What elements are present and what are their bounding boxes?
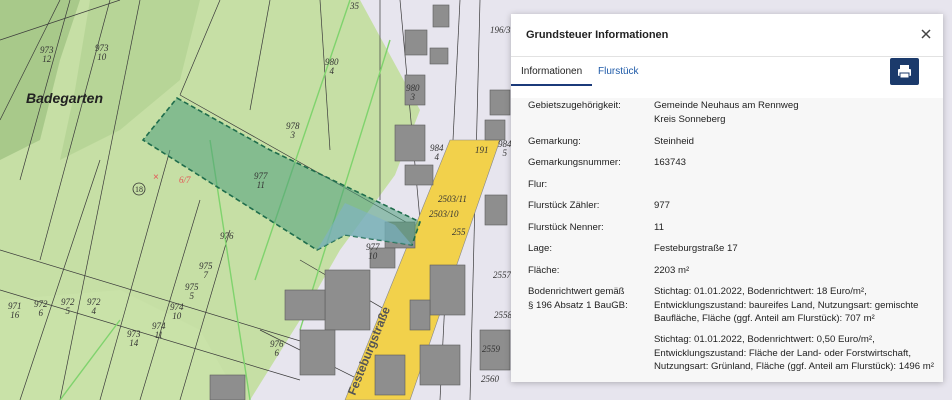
info-row-value: Stichtag: 01.01.2022, Bodenrichtwert: 18… — [654, 286, 919, 324]
info-row-value: 977 — [654, 200, 671, 211]
info-row-value: Stichtag: 01.01.2022, Bodenrichtwert: 0,… — [654, 334, 934, 372]
parcel-label: 974 10 — [170, 302, 184, 321]
parcel-label: 2557 — [493, 270, 511, 280]
info-row-label: Flurstück Zähler: — [528, 200, 600, 211]
parcel-label: 6/7 — [179, 175, 191, 185]
tab-flurstueck[interactable]: Flurstück — [588, 57, 649, 86]
info-row-label: Flurstück Nenner: — [528, 222, 604, 233]
parcel-label: 975 7 — [199, 261, 213, 280]
parcel-label: 191 — [475, 145, 489, 155]
info-row-value: Festeburgstraße 17 — [654, 243, 738, 254]
parcel-label: 977 11 — [254, 171, 268, 190]
printer-icon — [898, 65, 911, 79]
parcel-label: 2503/10 — [429, 209, 459, 219]
parcel-label: 2560 — [481, 374, 499, 384]
parcel-label: 35 — [350, 1, 359, 11]
parcel-label: 975 5 — [185, 282, 199, 301]
parcel-label: 976 6 — [270, 339, 284, 358]
parcel-label: 980 3 — [406, 83, 420, 102]
info-row-label: Gebietszugehörigkeit: — [528, 100, 621, 111]
panel-header: Grundsteuer Informationen — [511, 14, 943, 57]
parcel-label: 978 3 — [286, 121, 300, 140]
info-row-label: Flur: — [528, 179, 548, 190]
parcel-label: 972 5 — [61, 297, 75, 316]
info-row-value: Steinheid — [654, 136, 695, 147]
info-row-value: Gemeinde Neuhaus am Rennweg Kreis Sonneb… — [654, 100, 799, 125]
parcel-label: 972 4 — [87, 297, 101, 316]
info-list: Gebietszugehörigkeit: Gemeinde Neuhaus am… — [511, 98, 943, 382]
parcel-label: 984 5 — [498, 139, 512, 158]
parcel-label: 2558 — [494, 310, 512, 320]
map-place-label: Badegarten — [26, 90, 103, 106]
panel-title: Grundsteuer Informationen — [526, 29, 669, 41]
svg-text:×: × — [153, 172, 159, 183]
info-row-label: Gemarkung: — [528, 136, 581, 147]
info-row-label: Bodenrichtwert gemäß § 196 Absatz 1 BauG… — [528, 286, 628, 311]
panel-tabs: Informationen Flurstück — [511, 57, 943, 89]
tab-informationen[interactable]: Informationen — [511, 57, 593, 86]
parcel-label: 196/3 — [490, 25, 511, 35]
parcel-label: 984 4 — [430, 143, 444, 162]
parcel-label: 971 16 — [8, 301, 22, 320]
parcel-label: 974 11 — [152, 321, 166, 340]
info-row-value: 2203 m² — [654, 265, 690, 276]
close-button[interactable] — [915, 23, 937, 45]
parcel-label: 976 — [220, 231, 234, 241]
info-row-label: Lage: — [528, 243, 553, 254]
parcel-label: 973 14 — [127, 329, 141, 348]
parcel-label: 973 12 — [40, 45, 54, 64]
info-row-label: Gemarkungsnummer: — [528, 157, 621, 168]
parcel-label: 977 10 — [366, 242, 380, 261]
parcel-label: 255 — [452, 227, 466, 237]
parcel-label: 980 4 — [325, 57, 339, 76]
parcel-label: 2503/11 — [438, 194, 467, 204]
info-row-value: 11 — [654, 222, 664, 233]
parcel-label: 972 6 — [34, 299, 48, 318]
close-icon — [921, 29, 931, 39]
info-row-label: Fläche: — [528, 265, 560, 276]
info-row-value: 163743 — [654, 157, 687, 168]
parcel-label: 2559 — [482, 344, 500, 354]
info-panel: Grundsteuer Informationen Informationen … — [511, 14, 943, 382]
map-marker-number: 18 — [135, 185, 143, 194]
parcel-label: 973 10 — [95, 43, 109, 62]
print-button[interactable] — [890, 58, 919, 85]
